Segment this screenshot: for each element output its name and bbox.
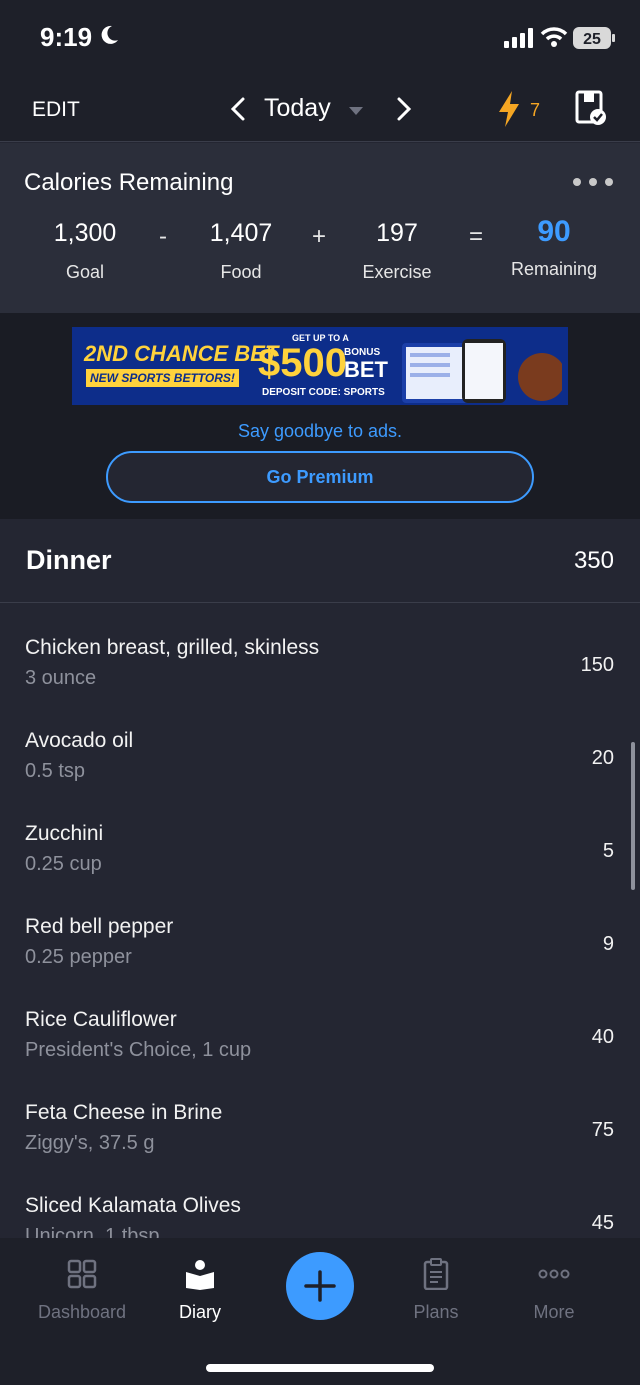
ad-banner[interactable]: 2ND CHANCE BET NEW SPORTS BETTORS! GET U… [72, 327, 568, 405]
food-name: Rice Cauliflower [25, 1008, 177, 1031]
food-serving: 3 ounce [25, 667, 97, 689]
diary-icon [186, 1260, 214, 1290]
home-indicator[interactable] [206, 1364, 434, 1372]
more-dots-icon [538, 1269, 570, 1279]
caret-down-icon[interactable] [348, 106, 364, 116]
go-premium-button[interactable]: Go Premium [106, 451, 534, 503]
food-item[interactable]: Feta Cheese in Brine Ziggy's, 37.5 g 75 [0, 1069, 640, 1162]
food-list: Chicken breast, grilled, skinless 3 ounc… [0, 604, 640, 1238]
battery-level: 25 [583, 31, 601, 48]
food-calories: 9 [602, 933, 614, 955]
food-serving: Ziggy's, 37.5 g [25, 1132, 155, 1154]
streak-bolt-icon[interactable] [496, 90, 522, 128]
ad-bet: BET [344, 357, 388, 382]
remaining-value: 90 [537, 215, 571, 248]
food-label: Food [220, 262, 262, 282]
dashboard-icon [67, 1259, 97, 1289]
tab-label: More [533, 1302, 575, 1322]
moon-icon [101, 25, 118, 44]
food-item[interactable]: Avocado oil 0.5 tsp 20 [0, 697, 640, 790]
remaining-label: Remaining [510, 259, 598, 279]
food-calories: 150 [580, 654, 614, 676]
signal-icon [504, 28, 533, 48]
exercise-value: 197 [376, 219, 418, 247]
chevron-right-icon[interactable] [394, 96, 414, 122]
ad-amount: $500 [258, 341, 347, 385]
tab-label: Plans [413, 1302, 459, 1322]
tab-more[interactable]: More [489, 1258, 619, 1323]
calories-title: Calories Remaining [24, 169, 234, 196]
meal-planner-icon[interactable] [574, 90, 608, 126]
meal-calories: 350 [573, 547, 614, 574]
food-name: Sliced Kalamata Olives [25, 1194, 241, 1217]
food-name: Chicken breast, grilled, skinless [25, 636, 320, 659]
food-name: Feta Cheese in Brine [25, 1101, 223, 1124]
exercise-label: Exercise [362, 262, 432, 282]
tab-dashboard[interactable]: Dashboard [17, 1258, 147, 1323]
ad-section: 2ND CHANCE BET NEW SPORTS BETTORS! GET U… [0, 313, 640, 519]
food-name: Zucchini [25, 822, 104, 845]
wifi-icon [540, 27, 568, 47]
food-serving: Unicorn, 1 tbsp [25, 1225, 160, 1238]
tab-plans[interactable]: Plans [371, 1258, 501, 1323]
food-column: 1,407 Food [171, 219, 311, 283]
top-nav: EDIT Today 7 [0, 78, 640, 142]
ad-phone-image [402, 339, 562, 403]
food-item[interactable]: Red bell pepper 0.25 pepper 9 [0, 883, 640, 976]
edit-button[interactable]: EDIT [32, 98, 80, 122]
food-item[interactable]: Rice Cauliflower President's Choice, 1 c… [0, 976, 640, 1069]
food-calories: 40 [591, 1026, 614, 1048]
food-value: 1,407 [209, 219, 273, 247]
scrollbar[interactable] [631, 742, 635, 890]
date-selector[interactable]: Today [264, 94, 331, 123]
goal-label: Goal [65, 262, 105, 282]
tab-label: Diary [178, 1302, 221, 1322]
add-button[interactable] [286, 1252, 354, 1320]
tab-diary[interactable]: Diary [135, 1258, 265, 1323]
food-name: Red bell pepper [25, 915, 174, 938]
food-calories: 75 [591, 1119, 614, 1141]
food-item[interactable]: Sliced Kalamata Olives Unicorn, 1 tbsp 4… [0, 1162, 640, 1238]
food-serving: President's Choice, 1 cup [25, 1039, 252, 1061]
status-bar: 9:19 25 [0, 0, 640, 78]
food-item[interactable]: Zucchini 0.25 cup 5 [0, 790, 640, 883]
food-name: Avocado oil [25, 729, 134, 752]
ad-subline: NEW SPORTS BETTORS! [86, 369, 239, 387]
status-time: 9:19 [40, 22, 93, 52]
ad-headline: 2ND CHANCE BET [84, 341, 279, 366]
food-calories: 20 [591, 747, 614, 769]
food-serving: 0.5 tsp [25, 760, 86, 782]
tab-label: Dashboard [37, 1302, 127, 1322]
goal-column: 1,300 Goal [15, 219, 155, 283]
remove-ads-text[interactable]: Say goodbye to ads. [0, 421, 640, 442]
food-item[interactable]: Chicken breast, grilled, skinless 3 ounc… [0, 604, 640, 697]
clipboard-icon [423, 1258, 449, 1290]
food-calories: 5 [602, 840, 614, 862]
calories-remaining-card: Calories Remaining 1,300 Goal - 1,407 Fo… [0, 143, 640, 313]
food-serving: 0.25 pepper [25, 946, 132, 968]
plus-icon [304, 1270, 336, 1302]
streak-count[interactable]: 7 [530, 100, 540, 121]
battery-icon: 25 [573, 27, 615, 49]
ad-code: DEPOSIT CODE: SPORTS [262, 387, 385, 398]
tab-bar: Dashboard Diary Plans More [0, 1238, 640, 1385]
more-options-icon[interactable] [572, 177, 614, 187]
meal-name: Dinner [26, 545, 112, 575]
goal-value: 1,300 [53, 219, 117, 247]
food-calories: 45 [591, 1212, 614, 1234]
remaining-column: 90 Remaining [484, 215, 624, 280]
food-serving: 0.25 cup [25, 853, 102, 875]
chevron-left-icon[interactable] [228, 96, 248, 122]
meal-header[interactable]: Dinner 350 [0, 519, 640, 603]
exercise-column: 197 Exercise [327, 219, 467, 283]
